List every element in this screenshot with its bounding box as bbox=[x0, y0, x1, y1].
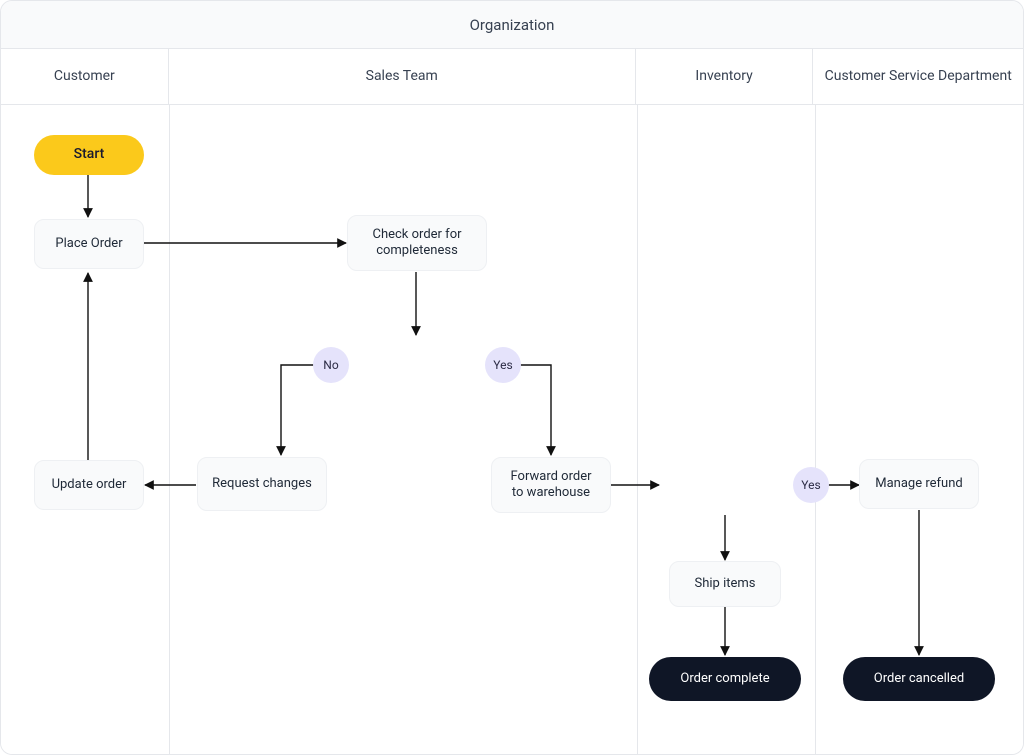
order-complete-terminal-label: Order complete bbox=[680, 671, 769, 687]
update-order-label: Update order bbox=[52, 477, 127, 493]
lane-divider bbox=[169, 105, 170, 755]
lane-header-csd: Customer Service Department bbox=[813, 49, 1023, 104]
request-changes-node[interactable]: Request changes bbox=[197, 457, 327, 511]
forward-warehouse-node[interactable]: Forward order to warehouse bbox=[491, 457, 611, 513]
ship-items-node[interactable]: Ship items bbox=[669, 561, 781, 607]
start-node[interactable]: Start bbox=[34, 135, 144, 175]
lane-headers: Customer Sales Team Inventory Customer S… bbox=[1, 49, 1023, 105]
request-changes-label: Request changes bbox=[212, 476, 312, 492]
item-in-stock-label: Item in stock? bbox=[678, 476, 772, 492]
order-cancelled-terminal-label: Order cancelled bbox=[874, 671, 964, 687]
organization-title: Organization bbox=[470, 16, 555, 34]
forward-warehouse-label: Forward order to warehouse bbox=[504, 469, 598, 502]
diagram-canvas: Organization Customer Sales Team Invento… bbox=[0, 0, 1024, 755]
place-order-node[interactable]: Place Order bbox=[34, 219, 144, 269]
check-order-label: Check order for completeness bbox=[360, 227, 474, 260]
place-order-label: Place Order bbox=[55, 236, 122, 252]
lane-header-sales: Sales Team bbox=[169, 49, 636, 104]
order-complete-decision-label: Order complete? bbox=[363, 357, 472, 373]
manage-refund-node[interactable]: Manage refund bbox=[859, 459, 979, 509]
order-complete-decision[interactable]: Order complete? bbox=[345, 337, 489, 393]
lane-header-customer: Customer bbox=[1, 49, 169, 104]
lane-header-inventory: Inventory bbox=[636, 49, 814, 104]
lane-divider bbox=[815, 105, 816, 755]
yes-badge-2: Yes bbox=[793, 467, 829, 503]
check-order-node[interactable]: Check order for completeness bbox=[347, 215, 487, 271]
order-complete-terminal[interactable]: Order complete bbox=[649, 657, 801, 701]
no-badge: No bbox=[313, 347, 349, 383]
update-order-node[interactable]: Update order bbox=[34, 460, 144, 510]
order-cancelled-terminal[interactable]: Order cancelled bbox=[843, 657, 995, 701]
organization-header: Organization bbox=[1, 1, 1023, 49]
lane-divider bbox=[637, 105, 638, 755]
start-label: Start bbox=[74, 146, 105, 164]
ship-items-label: Ship items bbox=[695, 576, 756, 592]
workspace: Start Place Order Update order Check ord… bbox=[1, 105, 1023, 755]
manage-refund-label: Manage refund bbox=[875, 476, 962, 492]
item-in-stock-decision[interactable]: Item in stock? bbox=[657, 457, 793, 511]
yes-badge-1: Yes bbox=[485, 347, 521, 383]
